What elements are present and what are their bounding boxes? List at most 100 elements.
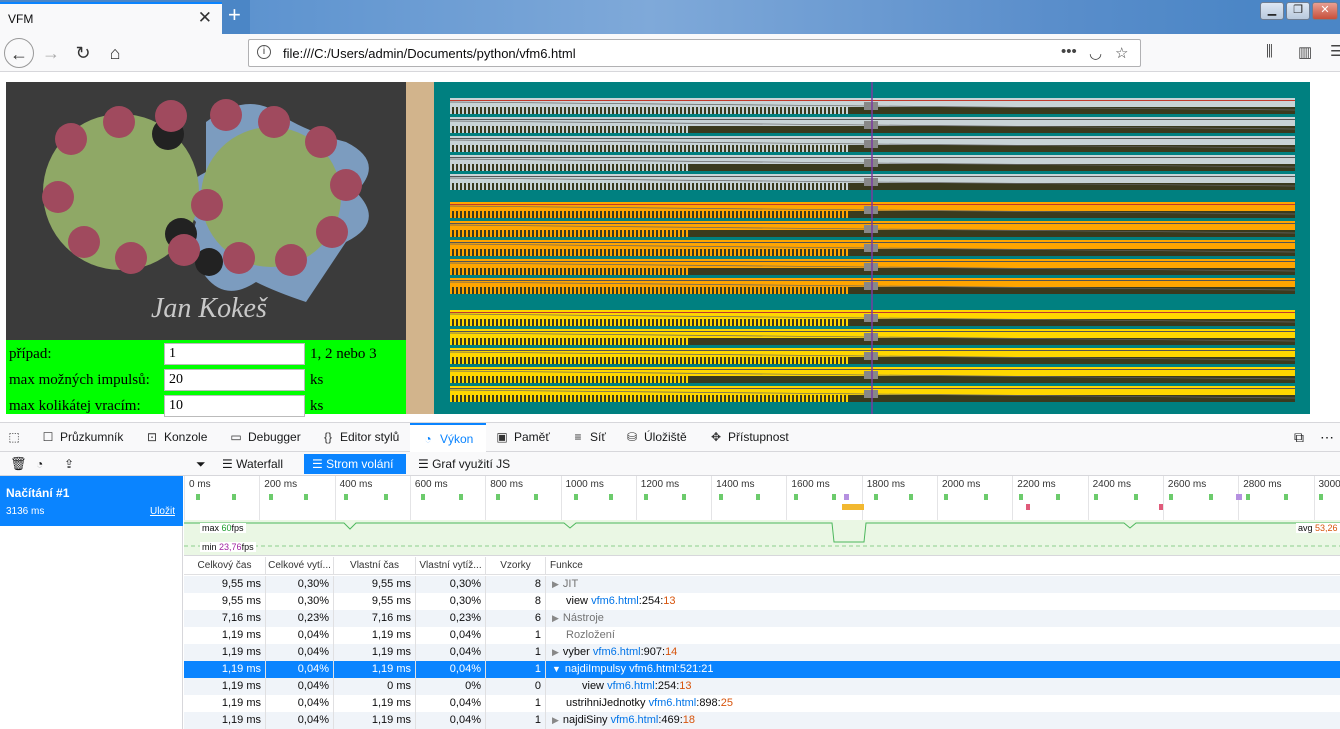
col-function[interactable]: Funkce — [550, 557, 650, 575]
more-options-icon[interactable]: ⋯ — [1320, 423, 1334, 452]
home-icon[interactable]: ⌂ — [100, 38, 130, 68]
page-content: Jan Kokeš případ: 1 1, 2 nebo 3 max možn… — [0, 72, 1340, 422]
record-icon[interactable]: ◔ — [28, 454, 51, 474]
cell-samples: 1 — [486, 644, 546, 661]
close-tab-icon[interactable]: ✕ — [198, 8, 212, 28]
source-file-link[interactable]: vfm6.html — [629, 663, 677, 675]
tab-style-editor[interactable]: {}Editor stylů — [320, 423, 399, 452]
source-file-link[interactable]: vfm6.html — [607, 680, 655, 692]
cell-samples: 1 — [486, 712, 546, 729]
restore-icon[interactable]: ❐ — [1286, 2, 1310, 20]
pocket-icon[interactable]: ◡ — [1089, 44, 1102, 62]
back-icon[interactable]: ← — [4, 38, 34, 68]
tab-js-flame-chart[interactable]: ☰ Graf využití JS — [410, 454, 518, 474]
cell-total: 1,19 ms — [184, 695, 266, 712]
library-icon[interactable]: ⫼ — [1266, 43, 1273, 60]
call-tree-row[interactable]: 9,55 ms0,30%9,55 ms0,30%8▶JIT — [184, 576, 1340, 593]
close-window-icon[interactable]: ✕ — [1312, 2, 1338, 20]
minimize-icon[interactable]: ▁ — [1260, 2, 1284, 20]
cell-total-pct: 0,04% — [266, 695, 334, 712]
fps-graph — [184, 476, 1340, 556]
source-file-link[interactable]: vfm6.html — [611, 714, 659, 726]
twisty-icon[interactable]: ▶ — [552, 715, 559, 725]
source-line: 254 — [642, 595, 660, 607]
tab-call-tree[interactable]: ☰ Strom volání — [304, 454, 406, 474]
function-label: JIT — [563, 578, 578, 590]
new-tab-icon[interactable]: + — [228, 3, 241, 27]
call-tree-row[interactable]: 1,19 ms0,04%1,19 ms0,04%1ustrihniJednotk… — [184, 695, 1340, 712]
cell-total-pct: 0,04% — [266, 678, 334, 695]
call-tree-row[interactable]: 1,19 ms0,04%1,19 ms0,04%1Rozložení — [184, 627, 1340, 644]
menu-icon[interactable]: ☰ — [1330, 42, 1340, 60]
accessibility-icon: ✥ — [708, 423, 724, 451]
col-total-pct[interactable]: Celkové vytí... — [266, 557, 334, 575]
twisty-icon[interactable]: ▶ — [552, 579, 559, 589]
url-text[interactable]: file:///C:/Users/admin/Documents/python/… — [283, 46, 576, 61]
tab-debugger[interactable]: ▭Debugger — [228, 423, 301, 452]
console-icon: ⊡ — [144, 423, 160, 451]
bookmark-star-icon[interactable]: ☆ — [1115, 44, 1128, 62]
cell-self: 9,55 ms — [334, 593, 416, 610]
save-recording-link[interactable]: Uložit — [150, 506, 175, 517]
col-total-time[interactable]: Celkový čas — [184, 557, 266, 575]
call-tree-row[interactable]: 1,19 ms0,04%1,19 ms0,04%1▼najdiImpulsy v… — [184, 661, 1340, 678]
tab-memory[interactable]: ▣Paměť — [494, 423, 550, 452]
col-self-time[interactable]: Vlastní čas — [334, 557, 416, 575]
source-file-link[interactable]: vfm6.html — [591, 595, 639, 607]
max-impulses-input[interactable]: 20 — [164, 369, 305, 391]
page-margin — [406, 82, 434, 414]
cell-self-pct: 0,04% — [416, 695, 486, 712]
style-editor-icon: {} — [320, 423, 336, 451]
max-impulses-label: max možných impulsů: — [9, 372, 150, 389]
tab-storage[interactable]: ⛁Úložiště — [624, 423, 687, 452]
filter-icon[interactable]: ⏷ — [188, 454, 214, 474]
cell-total: 1,19 ms — [184, 661, 266, 678]
twisty-icon[interactable]: ▶ — [552, 647, 559, 657]
timeline-overview[interactable]: 0 ms200 ms400 ms600 ms800 ms1000 ms1200 … — [184, 476, 1340, 556]
col-self-pct[interactable]: Vlastní vytíž... — [416, 557, 486, 575]
recordings-list — [0, 526, 183, 729]
recording-duration: 3136 ms — [6, 506, 44, 517]
source-column: 14 — [665, 646, 677, 658]
cell-samples: 1 — [486, 627, 546, 644]
info-icon[interactable]: i — [257, 45, 271, 59]
sidebar-icon[interactable]: ▥ — [1298, 43, 1312, 61]
call-tree-row[interactable]: 9,55 ms0,30%9,55 ms0,30%8view vfm6.html:… — [184, 593, 1340, 610]
tab-inspector[interactable]: ☐Průzkumník — [40, 423, 123, 452]
call-tree-row[interactable]: 1,19 ms0,04%0 ms0%0view vfm6.html:254:13 — [184, 678, 1340, 695]
call-tree-row[interactable]: 1,19 ms0,04%1,19 ms0,04%1▶vyber vfm6.htm… — [184, 644, 1340, 661]
browser-tab[interactable]: VFM ✕ — [0, 2, 222, 34]
reload-icon[interactable]: ↻ — [68, 38, 98, 68]
col-samples[interactable]: Vzorky — [486, 557, 546, 575]
dock-icon[interactable]: ⧉ — [1294, 423, 1304, 452]
source-line: 521 — [680, 663, 698, 675]
case-input[interactable]: 1 — [164, 343, 305, 365]
source-file-link[interactable]: vfm6.html — [649, 697, 697, 709]
call-tree-row[interactable]: 7,16 ms0,23%7,16 ms0,23%6▶Nástroje — [184, 610, 1340, 627]
memory-icon: ▣ — [494, 423, 510, 451]
forward-icon[interactable]: → — [36, 38, 66, 68]
tab-network[interactable]: ≡Síť — [570, 423, 606, 452]
tab-performance[interactable]: ◔Výkon — [410, 423, 486, 452]
import-icon[interactable]: ⇪ — [56, 454, 82, 474]
element-picker-icon[interactable]: ⬚ — [6, 423, 26, 452]
call-tree-row[interactable]: 1,19 ms0,04%1,19 ms0,04%1▶najdiSiny vfm6… — [184, 712, 1340, 729]
page-actions-icon[interactable]: ••• — [1061, 43, 1077, 60]
max-impulses-unit: ks — [310, 372, 323, 389]
max-return-input[interactable]: 10 — [164, 395, 305, 417]
recording-item[interactable]: Načítání #1 3136 ms Uložit — [0, 476, 183, 526]
cell-self-pct: 0,30% — [416, 593, 486, 610]
twisty-icon[interactable]: ▶ — [552, 613, 559, 623]
devtools-tabs: ⬚ ☐Průzkumník ⊡Konzole ▭Debugger {}Edito… — [0, 423, 1340, 452]
url-bar[interactable]: i file:///C:/Users/admin/Documents/pytho… — [248, 39, 1141, 67]
function-name: ustrihniJednotky vfm6.html:898:25 — [552, 695, 733, 712]
cell-total: 9,55 ms — [184, 576, 266, 593]
tab-console[interactable]: ⊡Konzole — [144, 423, 207, 452]
source-file-link[interactable]: vfm6.html — [593, 646, 641, 658]
tab-waterfall[interactable]: ☰ Waterfall — [214, 454, 291, 474]
tab-accessibility[interactable]: ✥Přístupnost — [708, 423, 789, 452]
source-column: 21 — [701, 663, 713, 675]
source-line: 469 — [661, 714, 679, 726]
twisty-icon[interactable]: ▼ — [552, 664, 561, 674]
function-label: ustrihniJednotky — [566, 697, 646, 709]
